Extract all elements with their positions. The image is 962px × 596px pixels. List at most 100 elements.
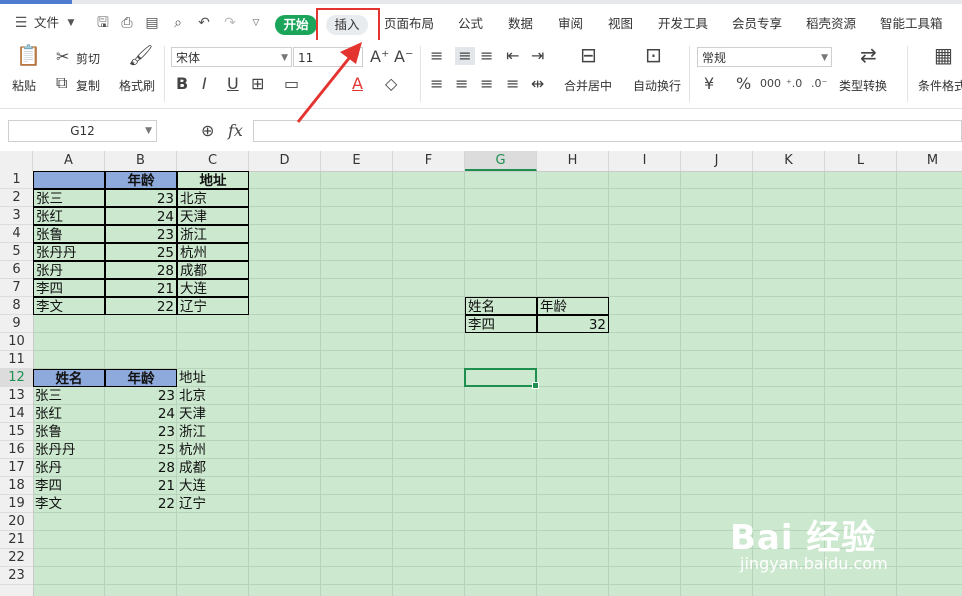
print-icon[interactable]: ▤ bbox=[143, 13, 161, 33]
table2-cell[interactable]: 22 bbox=[105, 495, 177, 513]
table2-cell[interactable]: 24 bbox=[105, 405, 177, 423]
paste-button[interactable]: 粘贴 bbox=[12, 77, 36, 94]
table1-cell[interactable]: 28 bbox=[105, 261, 177, 279]
column-header-g[interactable]: G bbox=[465, 151, 537, 171]
row-header-21[interactable]: 21 bbox=[0, 531, 33, 549]
table2-cell[interactable]: 21 bbox=[105, 477, 177, 495]
table1-cell[interactable]: 21 bbox=[105, 279, 177, 297]
table2-cell[interactable]: 23 bbox=[105, 423, 177, 441]
format-painter-button[interactable]: 格式刷 bbox=[119, 77, 155, 94]
percent-button[interactable]: % bbox=[736, 75, 751, 93]
table1-cell[interactable]: 23 bbox=[105, 189, 177, 207]
table1-cell[interactable]: 张丹 bbox=[33, 261, 105, 279]
tab-smart-toolbox[interactable]: 智能工具箱 bbox=[880, 14, 943, 34]
table2-cell[interactable]: 张红 bbox=[33, 405, 105, 423]
row-header-14[interactable]: 14 bbox=[0, 405, 33, 423]
column-header-d[interactable]: D bbox=[249, 151, 321, 171]
row-header-19[interactable]: 19 bbox=[0, 495, 33, 513]
row-header-2[interactable]: 2 bbox=[0, 189, 33, 207]
wrap-text-icon[interactable]: ⊡ bbox=[645, 45, 662, 65]
tab-formulas[interactable]: 公式 bbox=[458, 14, 483, 34]
column-header-c[interactable]: C bbox=[177, 151, 249, 171]
align-left-icon[interactable]: ≡ bbox=[430, 75, 443, 93]
row-header-23[interactable]: 23 bbox=[0, 567, 33, 585]
zoom-icon[interactable]: ⊕ bbox=[201, 122, 214, 140]
column-header-b[interactable]: B bbox=[105, 151, 177, 171]
increase-decimal-icon[interactable]: ⁺.0 bbox=[786, 75, 802, 93]
tab-review[interactable]: 审阅 bbox=[558, 14, 583, 34]
merge-center-icon[interactable]: ⊟ bbox=[580, 45, 597, 65]
table2-header-cell[interactable]: 姓名 bbox=[33, 369, 105, 387]
table1-cell[interactable]: 23 bbox=[105, 225, 177, 243]
row-header-8[interactable]: 8 bbox=[0, 297, 33, 315]
table2-cell[interactable]: 23 bbox=[105, 387, 177, 405]
indent-decrease-icon[interactable]: ⇤ bbox=[506, 47, 519, 65]
fill-color-icon[interactable]: ▭ bbox=[284, 75, 299, 93]
table1-cell[interactable]: 22 bbox=[105, 297, 177, 315]
column-header-m[interactable]: M bbox=[897, 151, 962, 171]
lookup-header-cell[interactable]: 姓名 bbox=[465, 297, 537, 315]
italic-button[interactable]: I bbox=[202, 75, 207, 93]
tab-page-layout[interactable]: 页面布局 bbox=[384, 14, 434, 34]
table1-cell[interactable]: 杭州 bbox=[177, 243, 249, 261]
type-convert-button[interactable]: 类型转换 bbox=[839, 77, 887, 94]
selected-cell[interactable] bbox=[464, 368, 539, 389]
table2-cell[interactable]: 成都 bbox=[177, 459, 249, 477]
table2-cell[interactable]: 大连 bbox=[177, 477, 249, 495]
increase-font-icon[interactable]: A⁺ bbox=[370, 48, 389, 66]
row-header-7[interactable]: 7 bbox=[0, 279, 33, 297]
bold-button[interactable]: B bbox=[176, 75, 188, 93]
tab-view[interactable]: 视图 bbox=[608, 14, 633, 34]
clear-format-icon[interactable]: ◇ bbox=[385, 75, 397, 93]
print-preview-icon[interactable]: ⌕ bbox=[169, 13, 187, 33]
decrease-decimal-icon[interactable]: .0⁻ bbox=[811, 75, 827, 93]
align-top-icon[interactable]: ≡ bbox=[430, 47, 443, 65]
conditional-format-button[interactable]: 条件格式 bbox=[918, 77, 962, 94]
copy-button[interactable]: 复制 bbox=[76, 77, 100, 94]
table1-header-cell[interactable] bbox=[33, 171, 105, 189]
table1-cell[interactable]: 张红 bbox=[33, 207, 105, 225]
table1-cell[interactable]: 大连 bbox=[177, 279, 249, 297]
table2-cell[interactable]: 李四 bbox=[33, 477, 105, 495]
lookup-header-cell[interactable]: 年龄 bbox=[537, 297, 609, 315]
column-header-a[interactable]: A bbox=[33, 151, 105, 171]
table1-cell[interactable]: 天津 bbox=[177, 207, 249, 225]
redo-icon[interactable]: ↷ bbox=[221, 13, 239, 33]
row-header-6[interactable]: 6 bbox=[0, 261, 33, 279]
table1-cell[interactable]: 辽宁 bbox=[177, 297, 249, 315]
lookup-cell[interactable]: 32 bbox=[537, 315, 609, 333]
number-format-select[interactable]: 常规 ▼ bbox=[697, 47, 832, 67]
row-header-16[interactable]: 16 bbox=[0, 441, 33, 459]
table2-cell[interactable]: 张丹 bbox=[33, 459, 105, 477]
table1-cell[interactable]: 浙江 bbox=[177, 225, 249, 243]
decrease-font-icon[interactable]: A⁻ bbox=[394, 48, 413, 66]
distributed-icon[interactable]: ⇹ bbox=[531, 75, 544, 93]
table2-cell[interactable]: 辽宁 bbox=[177, 495, 249, 513]
scissors-icon[interactable]: ✂ bbox=[56, 48, 69, 66]
underline-button[interactable]: U bbox=[227, 75, 239, 93]
row-header-1[interactable]: 1 bbox=[0, 171, 33, 189]
row-header-9[interactable]: 9 bbox=[0, 315, 33, 333]
table2-cell[interactable]: 天津 bbox=[177, 405, 249, 423]
table1-cell[interactable]: 李文 bbox=[33, 297, 105, 315]
conditional-format-icon[interactable]: ▦ bbox=[934, 45, 953, 65]
font-size-select[interactable]: 11 ▼ bbox=[293, 47, 363, 67]
font-name-select[interactable]: 宋体 ▼ bbox=[171, 47, 292, 67]
row-header-11[interactable]: 11 bbox=[0, 351, 33, 369]
row-header-17[interactable]: 17 bbox=[0, 459, 33, 477]
justify-icon[interactable]: ≡ bbox=[506, 75, 519, 93]
tab-home[interactable]: 开始 bbox=[275, 15, 317, 35]
paste-icon[interactable]: 📋 bbox=[16, 45, 41, 65]
formula-input[interactable] bbox=[253, 120, 962, 142]
tab-developer[interactable]: 开发工具 bbox=[658, 14, 708, 34]
currency-button[interactable]: ¥ bbox=[704, 75, 714, 93]
name-box[interactable]: G12 ▼ bbox=[8, 120, 157, 142]
row-header-10[interactable]: 10 bbox=[0, 333, 33, 351]
table1-cell[interactable]: 25 bbox=[105, 243, 177, 261]
wrap-text-button[interactable]: 自动换行 bbox=[633, 77, 681, 94]
table2-cell[interactable]: 张丹丹 bbox=[33, 441, 105, 459]
indent-increase-icon[interactable]: ⇥ bbox=[531, 47, 544, 65]
column-header-f[interactable]: F bbox=[393, 151, 465, 171]
table2-cell[interactable]: 张鲁 bbox=[33, 423, 105, 441]
tab-member[interactable]: 会员专享 bbox=[732, 14, 782, 34]
